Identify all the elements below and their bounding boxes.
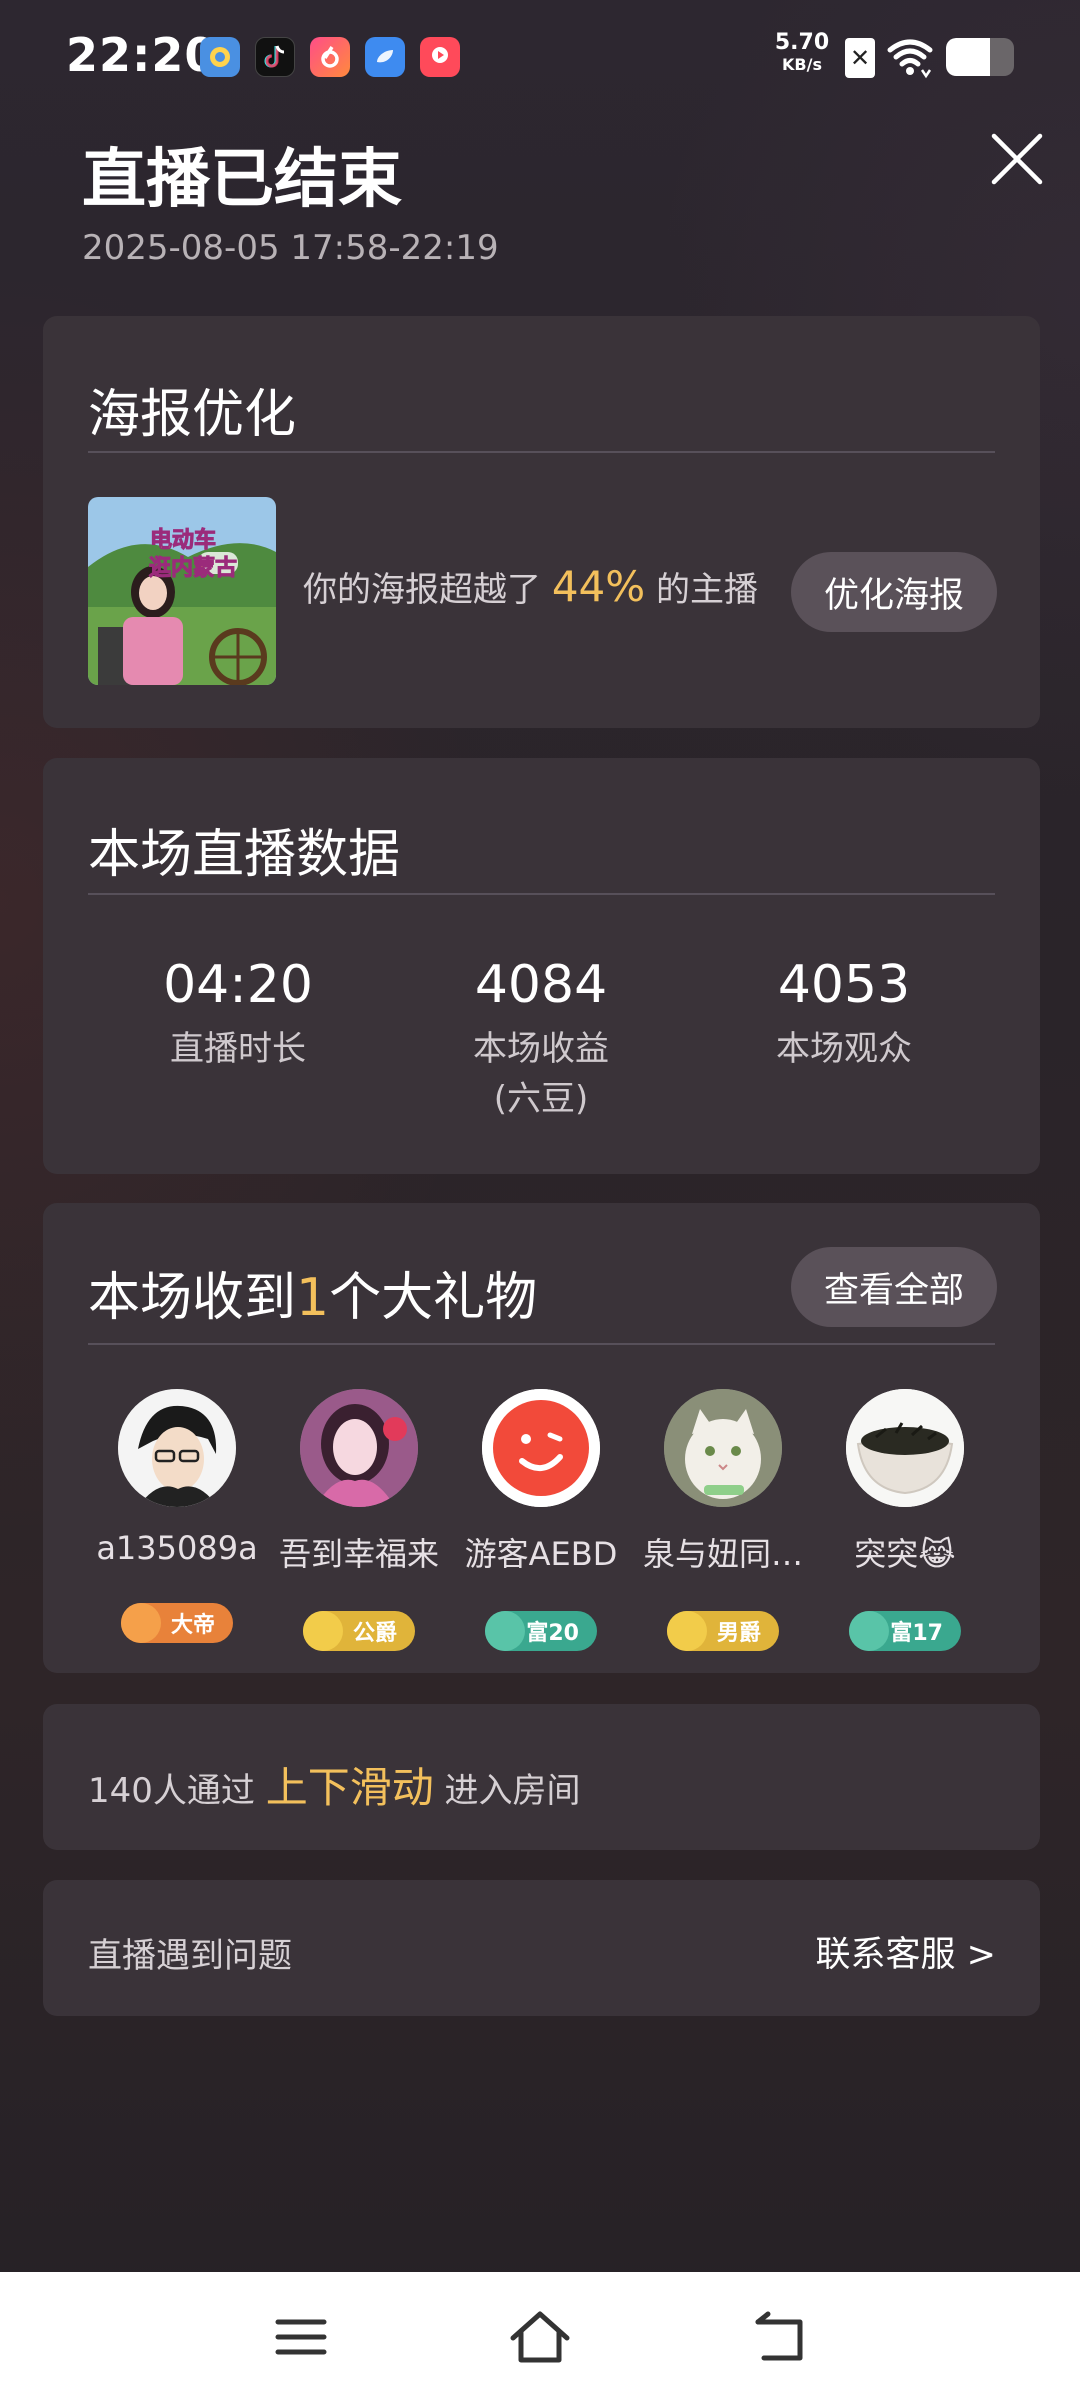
help-problem-label: 直播遇到问题: [88, 1936, 292, 1976]
gifter-item[interactable]: 吾到幸福来 公爵: [259, 1389, 459, 1651]
rank-badge: 富17: [849, 1611, 961, 1651]
stat-duration: 04:20 直播时长: [88, 954, 388, 1074]
tiktok-icon: [255, 37, 295, 77]
stat-audience: 4053 本场观众: [694, 954, 994, 1074]
avatar: [118, 1389, 236, 1507]
stat-revenue: 4084 本场收益 (六豆): [391, 954, 691, 1124]
slide-entry-prefix: 140人通过: [88, 1771, 255, 1811]
gifter-name: 突突😹: [854, 1535, 956, 1573]
slide-entry-text: 140人通过 上下滑动 进入房间: [88, 1754, 581, 1815]
stat-value: 4053: [777, 955, 911, 1015]
divider: [88, 451, 995, 453]
stat-label: 本场观众: [776, 1029, 912, 1069]
rank-badge-label: 大帝: [170, 1613, 215, 1638]
poster-thumb-text-1: 电动车: [150, 527, 216, 553]
cloud-app-icon: [365, 37, 405, 77]
no-sim-icon: ✕: [845, 38, 875, 78]
network-speed-unit: KB/s: [782, 55, 822, 74]
gifter-name: 吾到幸福来: [278, 1535, 439, 1573]
network-speed-value: 5.70: [774, 30, 830, 55]
battery-icon: [946, 38, 1014, 76]
wifi-icon: [887, 39, 933, 79]
network-speed: 5.70 KB/s: [770, 32, 834, 76]
page-title: 直播已结束: [82, 143, 402, 217]
status-bar: 22:20 5.70 KB/s ✕: [0, 0, 1080, 115]
divider: [88, 1343, 995, 1345]
gifts-title-suffix: 个大礼物: [329, 1268, 538, 1328]
status-time: 22:20: [66, 28, 218, 82]
stat-sublabel: (六豆): [493, 1079, 589, 1119]
rank-badge: 男爵: [667, 1611, 779, 1651]
poster-card-title: 海报优化: [88, 385, 297, 445]
close-button[interactable]: [986, 128, 1048, 190]
avatar: [846, 1389, 964, 1507]
gifts-title-prefix: 本场收到: [88, 1268, 297, 1328]
gifter-name: a135089a: [96, 1529, 258, 1567]
poster-rank-text: 你的海报超越了 44% 的主播: [303, 562, 758, 611]
stat-label: 直播时长: [170, 1029, 306, 1069]
quark-icon: [200, 37, 240, 77]
stat-value: 04:20: [163, 955, 313, 1015]
gifts-count: 1: [296, 1268, 330, 1328]
stats-card-title: 本场直播数据: [88, 825, 401, 885]
avatar: [482, 1389, 600, 1507]
rank-badge-label: 富20: [526, 1621, 579, 1646]
poster-rank-prefix: 你的海报超越了: [303, 570, 541, 610]
gifter-item[interactable]: 游客AEBD 富20: [441, 1389, 641, 1651]
crown-icon: [121, 1603, 161, 1643]
contact-support-link[interactable]: 联系客服 >: [816, 1926, 996, 1977]
rank-badge: 富20: [485, 1611, 597, 1651]
rank-badge-label: 公爵: [352, 1621, 397, 1646]
gifter-item[interactable]: a135089a 大帝: [77, 1389, 277, 1643]
view-all-button[interactable]: 查看全部: [791, 1247, 997, 1327]
rank-badge: 公爵: [303, 1611, 415, 1651]
rank-badge: 大帝: [121, 1603, 233, 1643]
gifter-name: 泉与妞同…: [642, 1535, 803, 1573]
poster-thumb-text-2: 逛内蒙古: [149, 555, 237, 581]
big-gifts-card: 本场收到1个大礼物 查看全部 a135089a 大帝 吾到幸福来 公爵 游客AE…: [43, 1203, 1040, 1673]
optimize-poster-button[interactable]: 优化海报: [791, 552, 997, 632]
avatar: [664, 1389, 782, 1507]
gifter-item[interactable]: 突突😹 富17: [805, 1389, 1005, 1651]
poster-thumbnail[interactable]: 电动车 逛内蒙古: [88, 497, 276, 685]
battery-fill: [946, 38, 991, 76]
live-time-range: 2025-08-05 17:58-22:19: [82, 228, 499, 268]
notification-icons: [200, 37, 460, 77]
diamond-icon: [849, 1611, 889, 1651]
poster-rank-percent: 44%: [551, 562, 646, 611]
video-app-icon: [420, 37, 460, 77]
divider: [88, 893, 995, 895]
help-card[interactable]: 直播遇到问题 联系客服 >: [43, 1880, 1040, 2016]
stat-label: 本场收益: [473, 1029, 609, 1069]
stat-value: 4084: [474, 955, 608, 1015]
back-icon[interactable]: [744, 2302, 814, 2372]
gifts-card-title: 本场收到1个大礼物: [88, 1255, 537, 1330]
home-icon[interactable]: [505, 2302, 575, 2372]
rank-badge-label: 富17: [890, 1621, 943, 1646]
slide-entry-suffix: 进入房间: [444, 1771, 581, 1811]
slide-entry-highlight: 上下滑动: [265, 1763, 434, 1812]
live-stats-card: 本场直播数据 04:20 直播时长 4084 本场收益 (六豆) 4053 本场…: [43, 758, 1040, 1174]
slide-entry-card: 140人通过 上下滑动 进入房间: [43, 1704, 1040, 1850]
gifter-name: 游客AEBD: [464, 1535, 618, 1573]
gifter-item[interactable]: 泉与妞同… 男爵: [623, 1389, 823, 1651]
rank-badge-label: 男爵: [716, 1621, 761, 1646]
crown-icon: [303, 1611, 343, 1651]
system-nav-bar: [0, 2272, 1080, 2400]
menu-icon[interactable]: [266, 2302, 336, 2372]
avatar: [300, 1389, 418, 1507]
poster-optimization-card: 海报优化 电动车 逛内蒙古 你的海报超越了 44% 的主播 优化海报: [43, 316, 1040, 728]
liuliu-icon: [310, 37, 350, 77]
poster-rank-suffix: 的主播: [655, 570, 758, 610]
crown-icon: [667, 1611, 707, 1651]
diamond-icon: [485, 1611, 525, 1651]
